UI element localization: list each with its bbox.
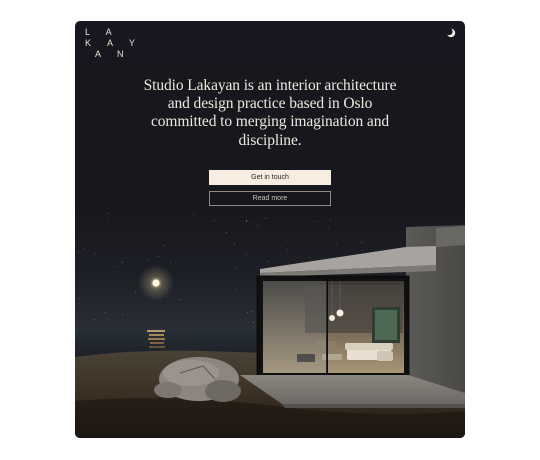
hero-card: L A K A Y A N Studio Lakayan is an inter…	[75, 21, 465, 438]
get-in-touch-button[interactable]: Get in touch	[209, 170, 331, 185]
moon-icon[interactable]	[445, 26, 457, 38]
hero-headline: Studio Lakayan is an interior architectu…	[143, 77, 397, 149]
rock-small	[205, 380, 241, 402]
logo-line-2: K A Y	[85, 38, 142, 48]
lakayan-logo[interactable]: L A K A Y A N	[85, 27, 142, 60]
logo-line-3: A N	[95, 49, 131, 59]
logo-line-1: L A	[85, 27, 119, 37]
read-more-button[interactable]: Read more	[209, 191, 331, 206]
moon	[152, 279, 160, 287]
